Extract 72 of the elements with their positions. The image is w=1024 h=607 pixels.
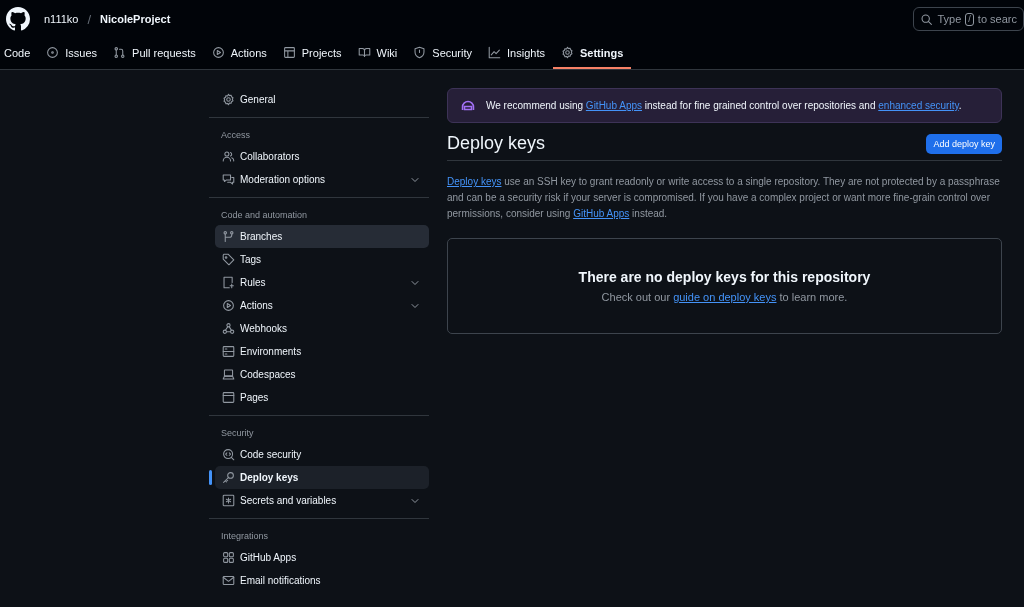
branch-icon (222, 230, 235, 243)
link[interactable]: GitHub Apps (585, 100, 642, 111)
book-icon (357, 46, 371, 59)
repo-tab[interactable]: Projects (274, 38, 350, 69)
sidebar-item[interactable]: Collaborators (215, 145, 429, 168)
repo-tab[interactable]: Wiki (349, 38, 406, 69)
sidebar-item[interactable]: Code security (215, 443, 429, 466)
sidebar-item[interactable]: GitHub Apps (215, 546, 429, 569)
rules-icon (222, 276, 235, 289)
sidebar-item[interactable]: Moderation options (215, 168, 429, 191)
sidebar-item[interactable]: Codespaces (215, 363, 429, 386)
repo-link[interactable]: NicoleProject (100, 13, 171, 25)
play-icon (222, 299, 235, 312)
breadcrumb-separator: / (87, 11, 92, 27)
issue-icon (46, 46, 60, 59)
asterisk-box-icon (222, 494, 235, 507)
search-field[interactable]: Type / to searc (913, 7, 1024, 31)
pull-request-icon (113, 46, 127, 59)
link[interactable]: GitHub Apps (573, 208, 630, 219)
description-text: Deploy keys use an SSH key to grant readonly or write access to a single repository. They are not protected by a passphrase and can be a security risk if your server is compromised. If you have a complex project or want more fine-grain control over permissions, consider using GitHub Apps instead. (447, 175, 1001, 221)
sidebar-item[interactable]: Branches (215, 225, 429, 248)
empty-state-text: Check out our guide on deploy keys to learn more. (601, 291, 848, 303)
play-icon (211, 46, 225, 59)
sidebar-item[interactable]: Secrets and variables (215, 489, 429, 512)
sidebar-item[interactable]: Environments (215, 340, 429, 363)
recommendation-text: We recommend using GitHub Apps instead for fine grained control over repositories and enhanced security. (486, 100, 962, 111)
section-heading: Security (220, 427, 255, 440)
people-icon (222, 150, 235, 163)
repo-tab[interactable]: Insights (480, 38, 553, 69)
browser-icon (222, 391, 235, 404)
page-title: Deploy keys (447, 133, 546, 154)
search-placeholder: to searc (977, 13, 1017, 25)
section-heading: Code and automation (220, 209, 309, 222)
speech-bubbles-icon (222, 173, 235, 186)
webhook-icon (222, 322, 235, 335)
sidebar-item[interactable]: Webhooks (215, 317, 429, 340)
shield-icon (413, 46, 427, 59)
apps-icon (222, 551, 235, 564)
selection-indicator (209, 470, 212, 485)
graph-icon (488, 46, 502, 59)
link[interactable]: guide on deploy keys (673, 291, 777, 303)
sidebar-item[interactable]: Pages (215, 386, 429, 409)
empty-state-title: There are no deploy keys for this repository (578, 269, 871, 285)
sidebar-item[interactable]: General (215, 88, 429, 111)
table-icon (282, 46, 296, 59)
gear-icon (222, 93, 235, 106)
sidebar-item[interactable]: Email notifications (215, 569, 429, 592)
section-heading: Integrations (220, 530, 270, 543)
search-icon (920, 12, 934, 26)
owner-link[interactable]: n111ko (44, 13, 79, 25)
mail-icon (222, 574, 235, 587)
repo-tab[interactable]: Pull requests (105, 38, 204, 69)
search-placeholder: Type (937, 13, 962, 25)
add-deploy-key-button[interactable]: Add deploy key (926, 133, 1002, 154)
repo-tab[interactable]: Settings (552, 38, 632, 69)
gear-icon (560, 46, 574, 59)
slash-key: / (965, 12, 974, 26)
tag-icon (222, 253, 235, 266)
server-icon (222, 345, 235, 358)
section-heading: Access (220, 129, 251, 142)
repo-tab[interactable]: Issues (38, 38, 106, 69)
repo-tab[interactable]: Actions (203, 38, 275, 69)
key-icon (222, 471, 235, 484)
sidebar-item[interactable]: Actions (215, 294, 429, 317)
laptop-icon (222, 368, 235, 381)
link[interactable]: enhanced security (878, 100, 959, 111)
repo-tab[interactable]: Code (0, 38, 39, 69)
repo-tab[interactable]: Security (405, 38, 481, 69)
logo-icon[interactable] (6, 7, 30, 31)
sidebar-item[interactable]: Tags (215, 248, 429, 271)
link[interactable]: Deploy keys (447, 176, 502, 187)
sidebar-item[interactable]: Rules (215, 271, 429, 294)
